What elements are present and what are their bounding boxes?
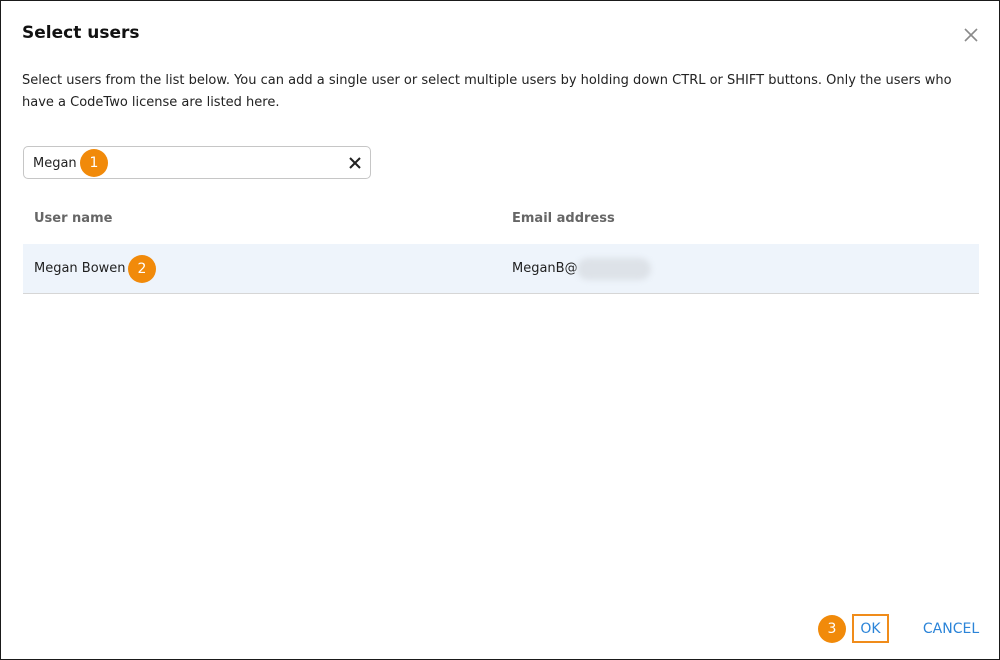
search-box (23, 146, 371, 179)
column-header-email[interactable]: Email address (512, 211, 615, 226)
dialog-description: Select users from the list below. You ca… (22, 73, 952, 110)
close-icon (964, 28, 978, 42)
callout-badge: 3 (818, 615, 846, 643)
clear-icon (349, 157, 361, 169)
select-users-dialog: Select users Select users from the list … (0, 0, 1000, 660)
user-name-cell: Megan Bowen (34, 261, 126, 276)
table-row[interactable]: Megan Bowen MeganB@ (23, 244, 979, 294)
dialog-title: Select users (22, 23, 140, 43)
callout-badge: 1 (80, 149, 108, 177)
clear-search-button[interactable] (347, 155, 363, 171)
column-header-user-name[interactable]: User name (34, 211, 112, 226)
callout-badge: 2 (128, 255, 156, 283)
ok-button[interactable]: OK (852, 614, 889, 643)
cancel-button[interactable]: CANCEL (916, 617, 986, 641)
email-cell: MeganB@ (512, 261, 578, 276)
search-input[interactable] (33, 153, 333, 173)
blurred-email-domain (577, 258, 651, 280)
close-button[interactable] (961, 25, 981, 45)
